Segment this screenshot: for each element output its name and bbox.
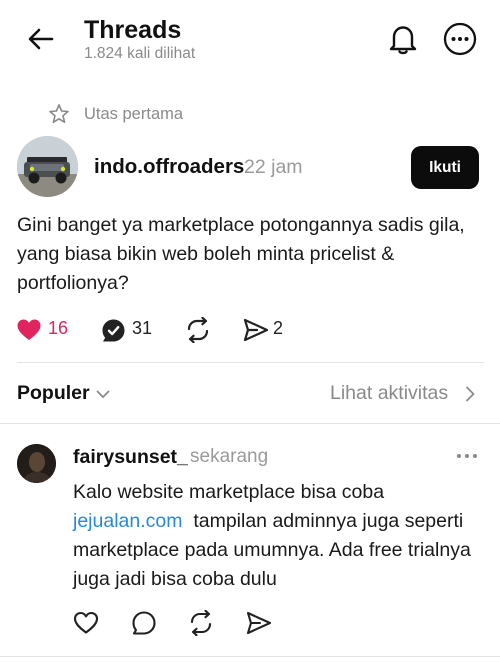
reply-repost-button[interactable] [187,609,215,637]
chevron-right-icon[interactable] [463,385,477,403]
avatar-image [17,136,78,197]
reply-author-name[interactable]: fairysunset_ [73,446,188,469]
view-activity-link[interactable]: Lihat aktivitas [330,382,448,405]
share-count: 2 [273,318,284,338]
comment-icon [132,611,156,635]
repost-icon [187,317,209,343]
author-avatar[interactable] [17,136,78,197]
sort-dropdown[interactable]: Populer [17,382,90,405]
more-options-button[interactable] [442,21,478,57]
pinned-label: Utas pertama [84,105,184,123]
reply-share-button[interactable] [245,609,273,637]
heart-filled-icon [17,319,41,340]
reply-check-icon [102,319,125,341]
divider [17,362,484,363]
share-button[interactable] [243,316,269,344]
reply-avatar[interactable] [17,444,56,483]
avatar-image [17,444,56,483]
send-icon [246,611,272,635]
more-options-icon [443,22,477,56]
reply-time: sekarang [190,446,269,467]
post-time: 22 jam [244,156,303,178]
follow-button[interactable]: Ikuti [411,146,479,189]
back-button[interactable] [26,24,56,54]
post-text: Gini banget ya marketplace potongannya s… [17,214,465,294]
like-count: 16 [48,318,69,338]
author-name[interactable]: indo.offroaders [94,155,244,179]
reply-link[interactable]: jejualan.com [73,510,182,532]
divider [0,656,500,657]
bell-icon [389,26,417,55]
view-count: 1.824 kali dilihat [84,45,196,62]
like-button[interactable] [16,316,42,344]
divider [0,423,500,424]
repost-button[interactable] [185,316,211,344]
reply-comment-button[interactable] [130,609,158,637]
reply-count-button[interactable] [101,316,126,344]
reply-text-before: Kalo website marketplace bisa coba [73,481,385,503]
reply-like-button[interactable] [72,609,100,637]
heart-icon [73,611,99,634]
reply-text: Kalo website marketplace bisa coba jejual… [73,478,483,594]
notifications-button[interactable] [386,22,420,56]
send-icon [243,318,269,342]
star-icon [49,104,69,124]
back-arrow-icon [28,28,54,50]
chevron-down-icon[interactable] [95,386,111,402]
page-title: Threads [84,16,182,44]
more-horizontal-icon[interactable] [454,446,480,466]
repost-icon [190,610,212,636]
reply-count: 31 [132,318,153,338]
